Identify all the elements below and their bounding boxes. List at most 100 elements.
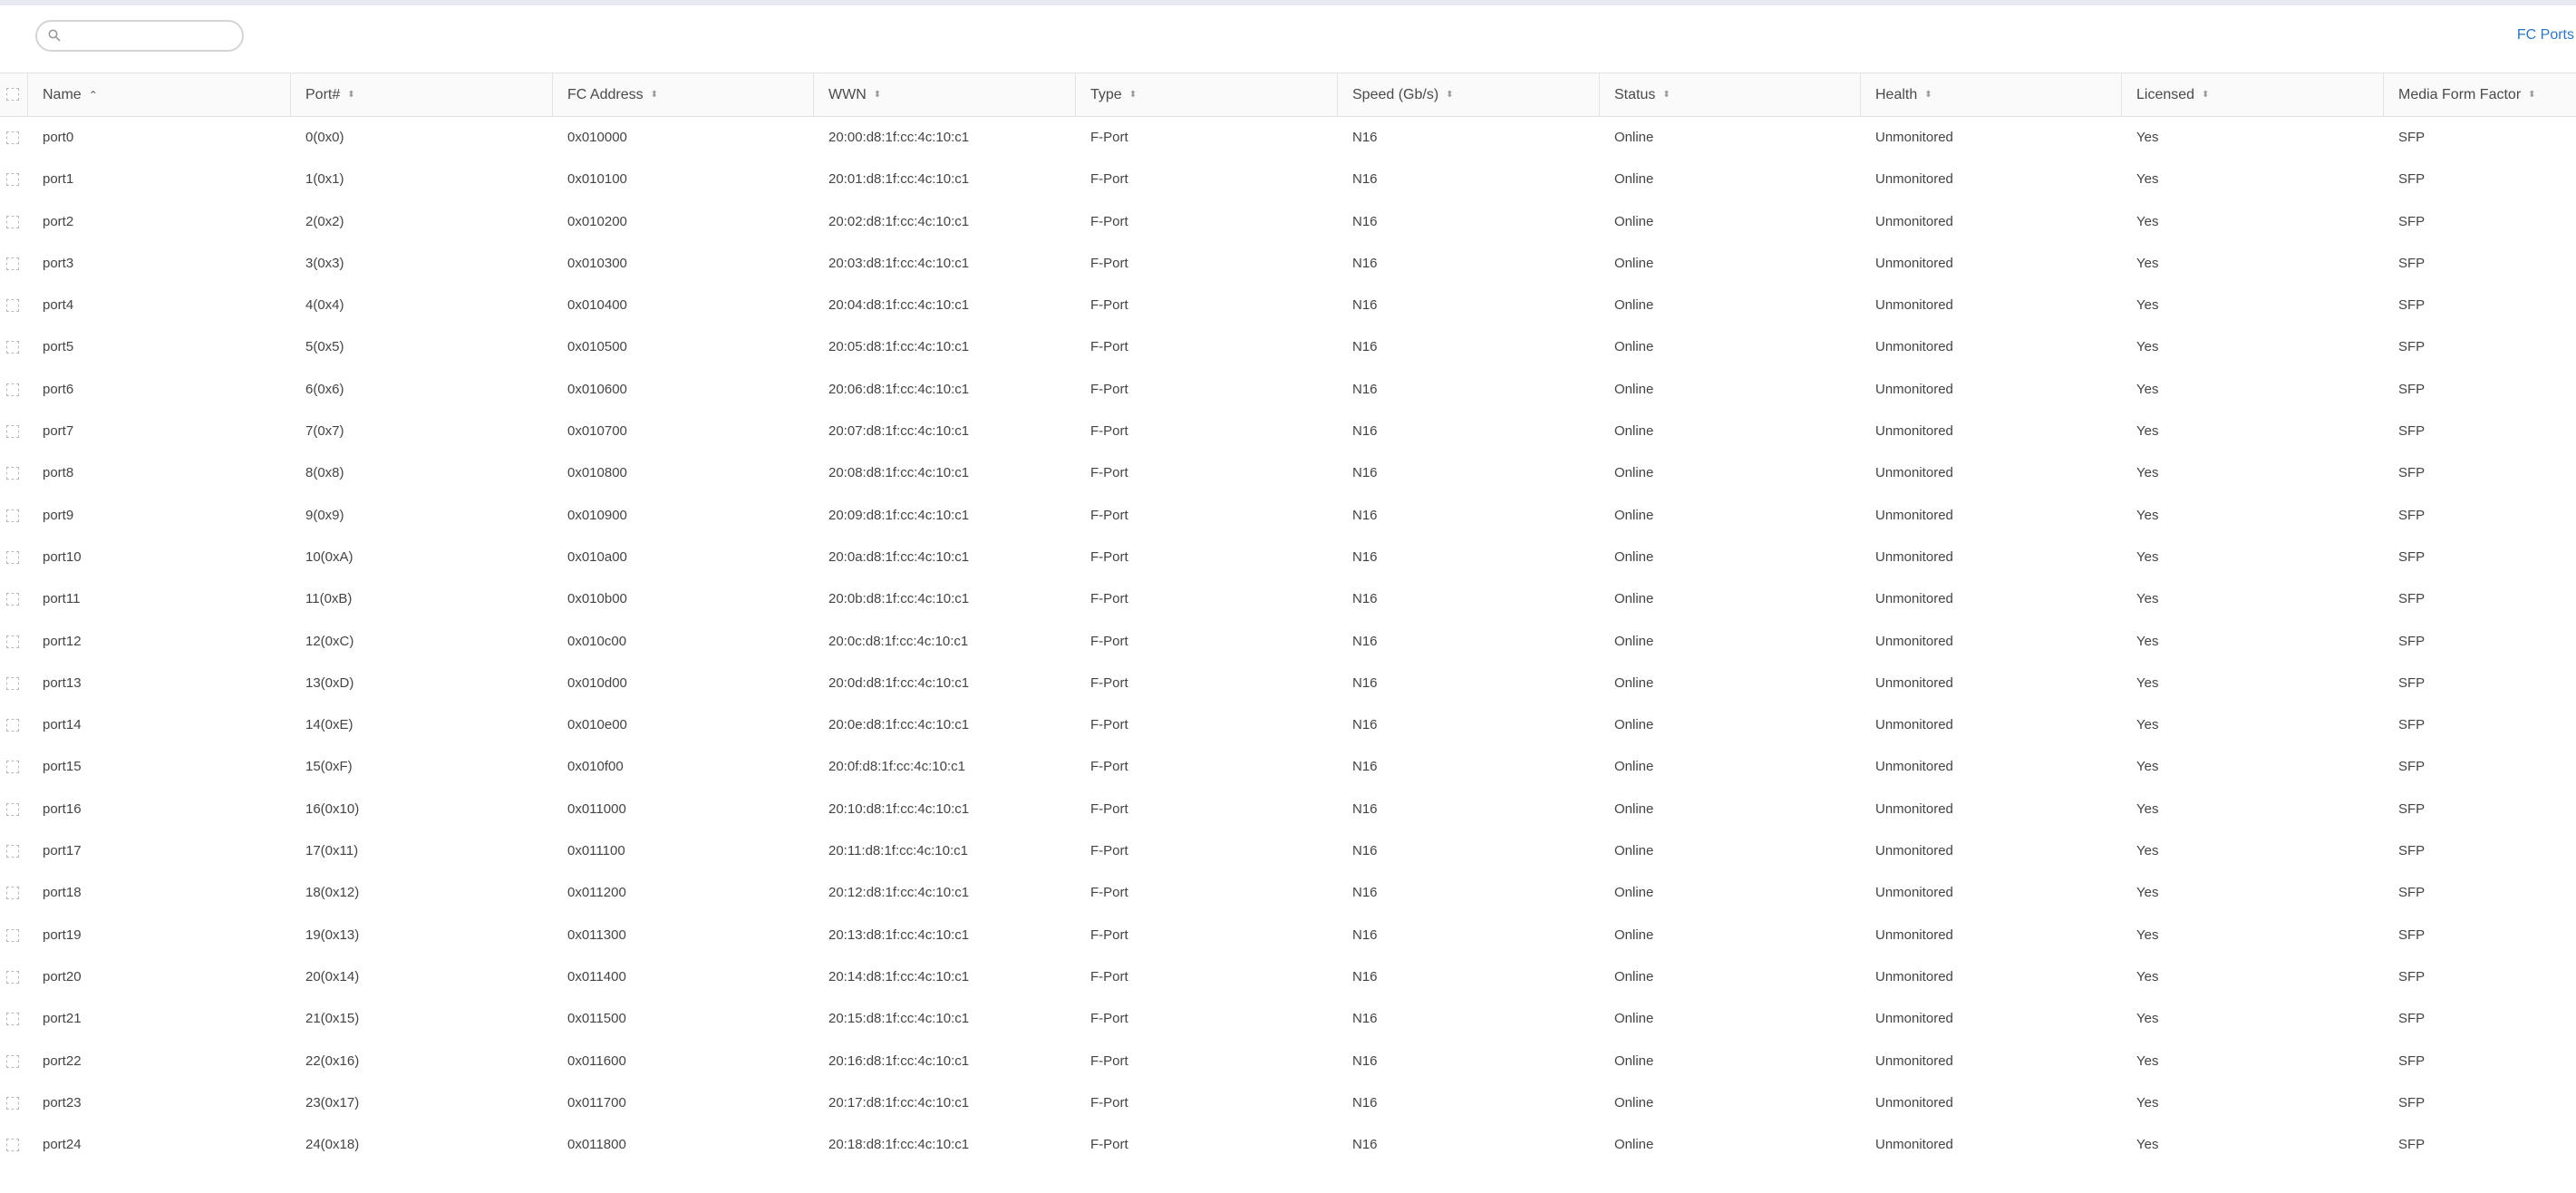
row-checkbox[interactable] xyxy=(6,509,19,522)
sort-icon[interactable]: ⬍ xyxy=(347,90,354,100)
column-header-label: Licensed xyxy=(2136,86,2195,102)
row-checkbox[interactable] xyxy=(6,383,19,396)
search-input[interactable] xyxy=(70,25,237,49)
cell-fc: 0x010900 xyxy=(567,507,627,523)
column-header-status[interactable]: Status ⬍ xyxy=(1600,73,1861,116)
cell-status: Online xyxy=(1614,800,1654,817)
row-checkbox[interactable] xyxy=(6,887,19,900)
row-checkbox[interactable] xyxy=(6,1096,19,1110)
row-checkbox[interactable] xyxy=(6,215,19,228)
row-checkbox[interactable] xyxy=(6,970,19,984)
row-checkbox[interactable] xyxy=(6,635,19,648)
row-checkbox[interactable] xyxy=(6,845,19,858)
table-row[interactable]: port14 14(0xE) 0x010e00 20:0e:d8:1f:cc:4c:1… xyxy=(0,704,2576,746)
cell-port: 14(0xE) xyxy=(305,717,353,733)
cell-health: Unmonitored xyxy=(1875,171,1953,188)
table-row[interactable]: port18 18(0x12) 0x011200 20:12:d8:1f:cc:4c:… xyxy=(0,872,2576,914)
column-header-media[interactable]: Media Form Factor ⬍ xyxy=(2384,73,2576,116)
table-row[interactable]: port3 3(0x3) 0x010300 20:03:d8:1f:cc:4c:10:… xyxy=(0,243,2576,285)
sort-icon[interactable]: ⬍ xyxy=(1446,90,1453,100)
cell-speed: N16 xyxy=(1352,255,1378,271)
row-checkbox[interactable] xyxy=(6,676,19,690)
row-checkbox[interactable] xyxy=(6,928,19,942)
cell-media: SFP xyxy=(2398,800,2426,817)
table-row[interactable]: port9 9(0x9) 0x010900 20:09:d8:1f:cc:4c:10:… xyxy=(0,495,2576,537)
cell-fc: 0x011000 xyxy=(567,800,626,817)
sort-icon[interactable]: ⬍ xyxy=(1662,90,1670,100)
row-checkbox[interactable] xyxy=(6,719,19,732)
cell-status: Online xyxy=(1614,633,1654,649)
table-row[interactable]: port16 16(0x10) 0x011000 20:10:d8:1f:cc:4c:… xyxy=(0,789,2576,830)
column-header-name[interactable]: Name ⌃ xyxy=(28,73,291,116)
cell-fc: 0x011700 xyxy=(567,1094,626,1111)
table-row[interactable]: port4 4(0x4) 0x010400 20:04:d8:1f:cc:4c:10:… xyxy=(0,285,2576,326)
sort-icon[interactable]: ⬍ xyxy=(651,90,658,100)
table-row[interactable]: port19 19(0x13) 0x011300 20:13:d8:1f:cc:4c:… xyxy=(0,915,2576,956)
row-checkbox[interactable] xyxy=(6,1054,19,1068)
table-row[interactable]: port22 22(0x16) 0x011600 20:16:d8:1f:cc:4c:… xyxy=(0,1041,2576,1082)
table-row[interactable]: port2 2(0x2) 0x010200 20:02:d8:1f:cc:4c:10:… xyxy=(0,201,2576,243)
table-row[interactable]: port13 13(0xD) 0x010d00 20:0d:d8:1f:cc:4c:1… xyxy=(0,663,2576,704)
sort-icon[interactable]: ⬍ xyxy=(1924,90,1932,100)
table-row[interactable]: port6 6(0x6) 0x010600 20:06:d8:1f:cc:4c:10:… xyxy=(0,369,2576,411)
cell-type: F-Port xyxy=(1090,255,1128,271)
table-row[interactable]: port0 0(0x0) 0x010000 20:00:d8:1f:cc:4c:10:… xyxy=(0,117,2576,159)
row-checkbox[interactable] xyxy=(6,1013,19,1026)
row-checkbox[interactable] xyxy=(6,257,19,270)
sort-icon[interactable]: ⬍ xyxy=(874,90,881,100)
cell-licensed: Yes xyxy=(2136,591,2159,607)
table-row[interactable]: port20 20(0x14) 0x011400 20:14:d8:1f:cc:4c:… xyxy=(0,956,2576,998)
fc-ports-link[interactable]: FC Ports xyxy=(2517,27,2574,44)
table-row[interactable]: port1 1(0x1) 0x010100 20:01:d8:1f:cc:4c:10:… xyxy=(0,159,2576,200)
table-row[interactable]: port21 21(0x15) 0x011500 20:15:d8:1f:cc:4c:… xyxy=(0,998,2576,1040)
table-row[interactable]: port11 11(0xB) 0x010b00 20:0b:d8:1f:cc:4c:1… xyxy=(0,578,2576,620)
table-row[interactable]: port24 24(0x18) 0x011800 20:18:d8:1f:cc:4c:… xyxy=(0,1124,2576,1166)
column-header-port[interactable]: Port# ⬍ xyxy=(291,73,553,116)
column-header-licensed[interactable]: Licensed ⬍ xyxy=(2122,73,2384,116)
row-checkbox[interactable] xyxy=(6,131,19,144)
row-checkbox[interactable] xyxy=(6,1139,19,1152)
row-checkbox[interactable] xyxy=(6,341,19,354)
table-row[interactable]: port23 23(0x17) 0x011700 20:17:d8:1f:cc:4c:… xyxy=(0,1082,2576,1124)
cell-type: F-Port xyxy=(1090,591,1128,607)
cell-media: SFP xyxy=(2398,759,2426,775)
cell-licensed: Yes xyxy=(2136,297,2159,314)
row-checkbox[interactable] xyxy=(6,550,19,564)
search-box[interactable] xyxy=(35,20,244,52)
sort-ascending-icon[interactable]: ⌃ xyxy=(89,90,98,101)
column-header-fc[interactable]: FC Address ⬍ xyxy=(553,73,814,116)
sort-icon[interactable]: ⬍ xyxy=(2202,90,2209,100)
row-checkbox[interactable] xyxy=(6,299,19,313)
cell-name: port6 xyxy=(43,381,74,397)
column-header-type[interactable]: Type ⬍ xyxy=(1076,73,1338,116)
search-icon xyxy=(48,29,61,42)
cell-wwn: 20:07:d8:1f:cc:4c:10:c1 xyxy=(828,423,970,440)
cell-health: Unmonitored xyxy=(1875,591,1953,607)
table-row[interactable]: port15 15(0xF) 0x010f00 20:0f:d8:1f:cc:4c:1… xyxy=(0,746,2576,788)
table-row[interactable]: port5 5(0x5) 0x010500 20:05:d8:1f:cc:4c:10:… xyxy=(0,326,2576,368)
cell-status: Online xyxy=(1614,717,1654,733)
column-header-speed[interactable]: Speed (Gb/s) ⬍ xyxy=(1338,73,1600,116)
row-checkbox[interactable] xyxy=(6,593,19,606)
sort-icon[interactable]: ⬍ xyxy=(2528,90,2535,100)
select-all-checkbox[interactable] xyxy=(6,88,19,101)
row-checkbox[interactable] xyxy=(6,467,19,480)
cell-port: 9(0x9) xyxy=(305,507,344,523)
sort-icon[interactable]: ⬍ xyxy=(1129,90,1137,100)
row-checkbox[interactable] xyxy=(6,425,19,439)
column-header-health[interactable]: Health ⬍ xyxy=(1861,73,2122,116)
cell-name: port16 xyxy=(43,800,82,817)
table-row[interactable]: port7 7(0x7) 0x010700 20:07:d8:1f:cc:4c:10:… xyxy=(0,411,2576,452)
row-checkbox[interactable] xyxy=(6,761,19,774)
cell-status: Online xyxy=(1614,1011,1654,1027)
row-checkbox[interactable] xyxy=(6,802,19,816)
table-row[interactable]: port8 8(0x8) 0x010800 20:08:d8:1f:cc:4c:10:… xyxy=(0,452,2576,494)
cell-wwn: 20:17:d8:1f:cc:4c:10:c1 xyxy=(828,1094,970,1111)
cell-media: SFP xyxy=(2398,423,2426,440)
table-row[interactable]: port17 17(0x11) 0x011100 20:11:d8:1f:cc:4c:… xyxy=(0,830,2576,872)
table-row[interactable]: port12 12(0xC) 0x010c00 20:0c:d8:1f:cc:4c:1… xyxy=(0,621,2576,663)
cell-fc: 0x011800 xyxy=(567,1137,626,1153)
row-checkbox[interactable] xyxy=(6,173,19,187)
table-row[interactable]: port10 10(0xA) 0x010a00 20:0a:d8:1f:cc:4c:1… xyxy=(0,537,2576,578)
column-header-wwn[interactable]: WWN ⬍ xyxy=(814,73,1076,116)
